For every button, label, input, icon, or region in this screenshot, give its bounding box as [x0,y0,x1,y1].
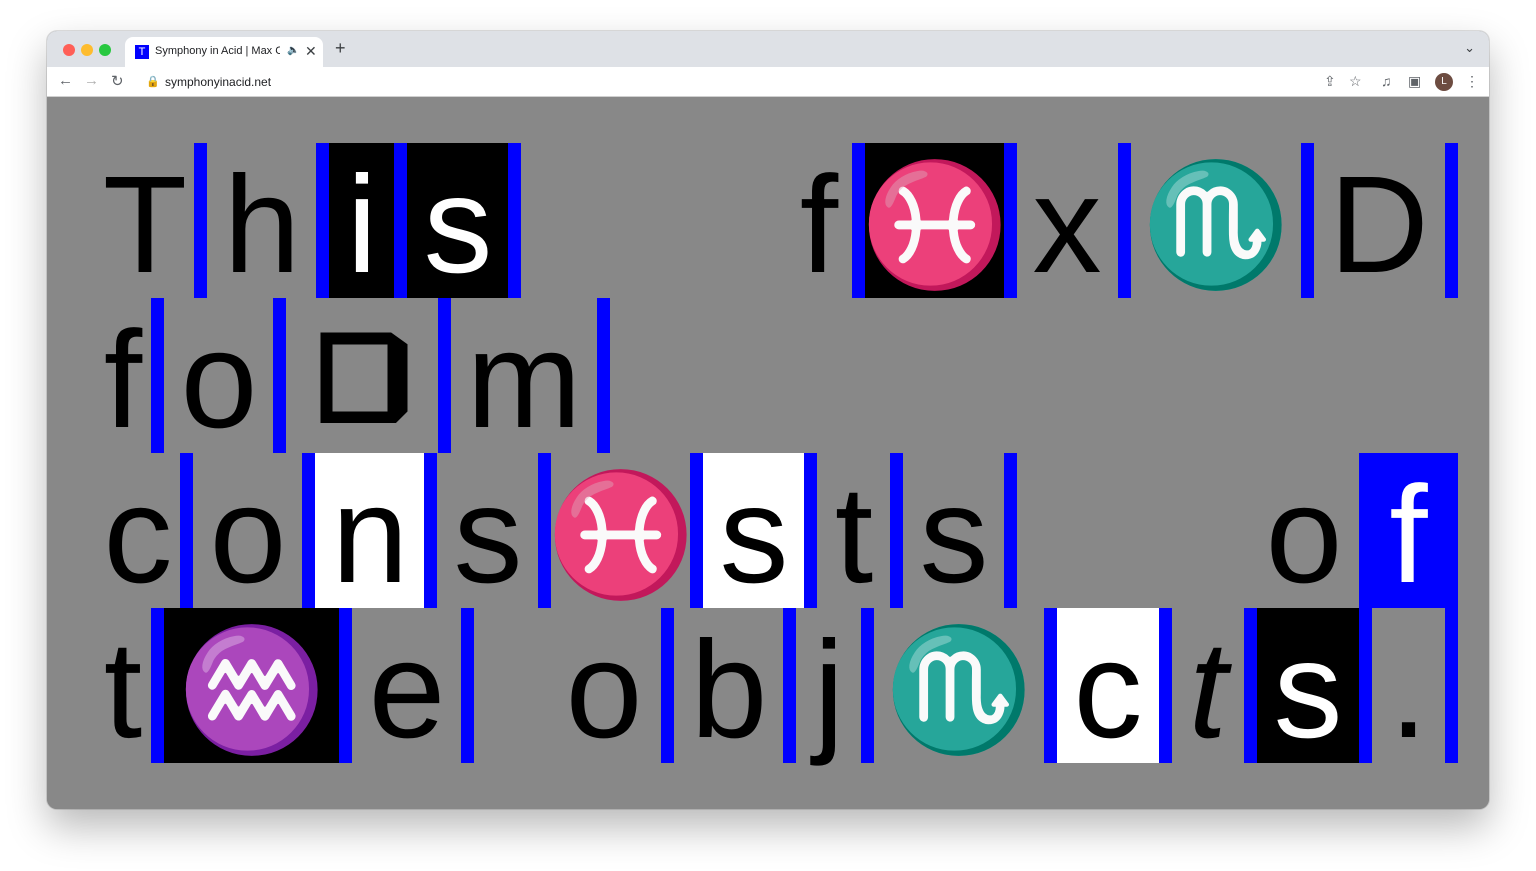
new-tab-button[interactable]: + [335,38,346,59]
blue-divider [1118,143,1131,298]
toolbar: ← → ↻ 🔒 symphonyinacid.net ⇪ ☆ ♫ ▣ L ⋮ [47,67,1489,97]
scorpio-symbol-icon: ♏ [884,622,1034,757]
letter-tile: j [813,612,845,767]
share-icon[interactable]: ⇪ [1324,73,1336,90]
blue-divider [1044,608,1057,763]
minimize-window-button[interactable] [81,44,93,56]
letter-tile: s [1257,608,1359,763]
letter-tile: t [103,612,143,767]
back-arrow-icon[interactable]: ← [58,72,73,89]
tab-bar: T Symphony in Acid | Max Co 🔈 ✕ + ⌄ [47,31,1489,67]
letter-tile: c [1057,608,1159,763]
blue-divider [1004,143,1017,298]
tab-title: Symphony in Acid | Max Co [155,45,280,57]
active-tab[interactable]: T Symphony in Acid | Max Co 🔈 ✕ [125,37,323,67]
letter-tile: x [1032,147,1102,302]
blue-divider [861,608,874,763]
favicon-icon: T [135,45,149,59]
blue-divider [1445,608,1458,763]
letter-tile: f [1359,453,1458,608]
letter-tile: h [223,147,301,302]
zoom-window-button[interactable] [99,44,111,56]
blue-divider [1004,453,1017,608]
letter-tile: b [690,612,768,767]
blue-divider [508,143,521,298]
letter-tile: s [453,457,523,612]
pisces-symbol-icon: ♓ [546,467,696,602]
tab-search-icon[interactable]: ⌄ [1464,40,1475,56]
blue-divider [783,608,796,763]
blue-divider [661,608,674,763]
address-bar[interactable]: symphonyinacid.net [165,75,271,89]
letter-tile: D [1329,147,1429,302]
browser-window: T Symphony in Acid | Max Co 🔈 ✕ + ⌄ ← → … [47,31,1489,809]
letter-tile: o [209,457,287,612]
page-viewport: T h i s f ♓ x ♏ D f o m c o n s ♓ s t s … [47,98,1489,809]
blue-divider [1301,143,1314,298]
bookmark-star-icon[interactable]: ☆ [1349,73,1362,90]
media-control-icon[interactable]: ♫ [1381,73,1392,89]
letter-tile: t [834,457,874,612]
letter-tile: o [180,302,258,457]
blue-divider [316,143,329,298]
blue-divider [461,608,474,763]
blue-divider [394,143,407,298]
blue-divider [690,453,703,608]
letter-tile: s [407,143,509,298]
letter-tile: i [329,143,395,298]
blue-divider [151,608,164,763]
blue-divider [1445,143,1458,298]
close-window-button[interactable] [63,44,75,56]
forward-arrow-icon[interactable]: → [84,72,99,89]
box-glyph-icon [320,332,408,423]
blue-divider [438,298,451,453]
blue-divider [302,453,315,608]
blue-divider [339,608,352,763]
letter-tile: f [103,302,143,457]
letter-tile: m [466,302,582,457]
reload-icon[interactable]: ↻ [111,72,124,90]
blue-divider [597,298,610,453]
letter-tile: f [799,147,839,302]
letter-tile: e [368,612,446,767]
blue-divider [424,453,437,608]
letter-tile: s [919,457,989,612]
blue-divider [1159,608,1172,763]
letter-tile: . [1389,612,1428,767]
blue-divider [1244,608,1257,763]
menu-kebab-icon[interactable]: ⋮ [1465,73,1479,90]
blue-divider [273,298,286,453]
blue-divider [1359,608,1372,763]
aquarius-symbol-icon: ♒ [164,608,340,763]
close-tab-icon[interactable]: ✕ [305,43,317,60]
blue-divider [804,453,817,608]
speaker-icon[interactable]: 🔈 [287,45,299,56]
letter-tile: n [315,453,425,608]
letter-tile: s [703,453,805,608]
blue-divider [890,453,903,608]
side-panel-icon[interactable]: ▣ [1408,73,1421,90]
pisces-symbol-icon: ♓ [860,143,1010,298]
letter-tile: T [102,147,188,302]
box-glyph-icon [286,298,438,453]
letter-tile: o [565,612,643,767]
letter-tile: t [1188,612,1228,767]
letter-tile: c [103,457,173,612]
profile-avatar[interactable]: L [1435,73,1453,91]
letter-tile: o [1265,457,1343,612]
blue-divider [194,143,207,298]
blue-divider [151,298,164,453]
blue-divider [180,453,193,608]
lock-icon[interactable]: 🔒 [146,75,160,88]
scorpio-symbol-icon: ♏ [1141,157,1291,292]
